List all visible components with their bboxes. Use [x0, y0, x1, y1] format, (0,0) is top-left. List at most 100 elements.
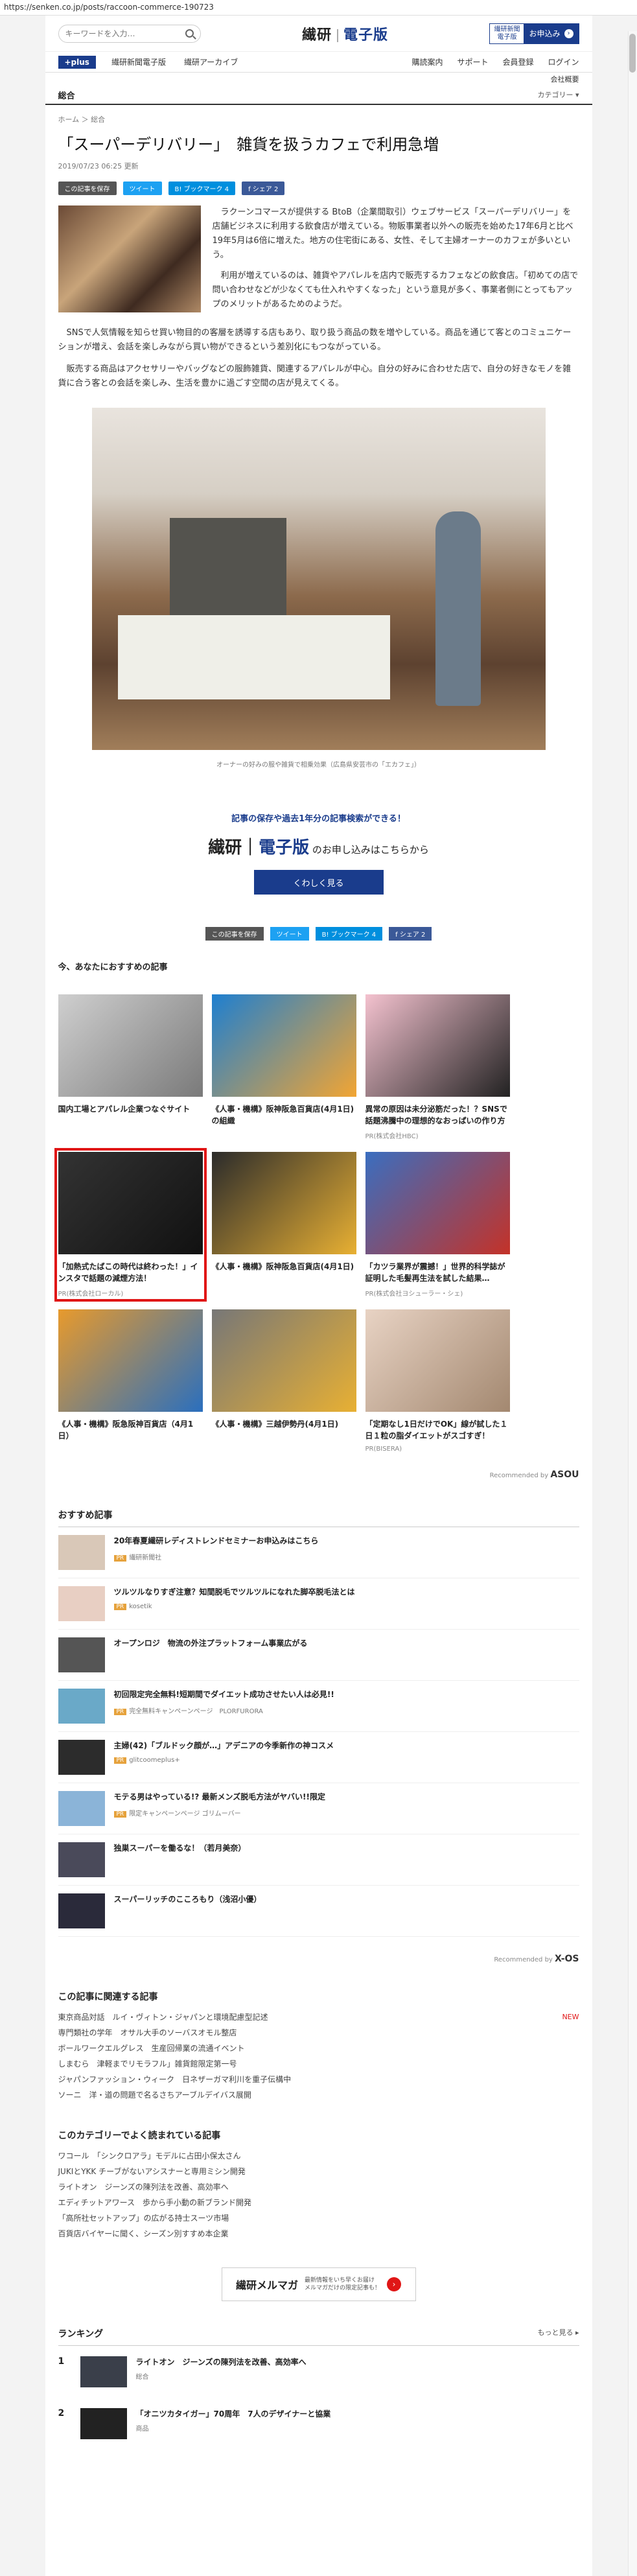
card-caption[interactable]: 「加熱式たばこの時代は終わった！」インスタで話題の減煙方法！ — [58, 1261, 203, 1284]
recommend-card[interactable]: 国内工場とアパレル企業つなぐサイト — [58, 994, 203, 1140]
card-image[interactable] — [211, 1152, 356, 1254]
nav-support[interactable]: サポート — [457, 56, 488, 67]
card-caption[interactable]: 《人事・機構》阪急阪神百貨店（4月1日） — [58, 1418, 203, 1442]
recommend-card[interactable]: 《人事・機構》阪急阪神百貨店（4月1日） — [58, 1309, 203, 1453]
osusume-thumb[interactable] — [58, 1740, 105, 1775]
related-item-title[interactable]: しまむら 津軽までリモラフル」雑貨館限定第一号 — [58, 2056, 237, 2072]
scrollbar-thumb[interactable] — [629, 34, 636, 73]
related-item-title[interactable]: 専門類社の学年 オサル大手のソーバスオモル整店 — [58, 2025, 237, 2041]
osusume-item[interactable]: 主婦(42)「ブルドック顔が…」アデニアの今季新作の神コスメ PR glitcoom… — [58, 1732, 579, 1783]
tweet-button-bottom[interactable]: ツイート — [270, 927, 309, 941]
hatena-bookmark-button-bottom[interactable]: B! ブックマーク 4 — [315, 927, 383, 941]
nav-plus[interactable]: +plus — [58, 55, 96, 69]
ranking-title[interactable]: 「オニツカタイガー」70周年 7人のデザイナーと協業 — [136, 2408, 331, 2419]
recommend-card[interactable]: 《人事・機構》阪神阪急百貨店(4月1日)の組織 — [211, 994, 356, 1140]
tweet-button[interactable]: ツイート — [122, 181, 162, 195]
nav-company[interactable]: 会社概要 — [45, 73, 592, 86]
recommend-card[interactable]: 「加熱式たばこの時代は終わった！」インスタで話題の減煙方法！ PR(株式会社ローカ… — [54, 1148, 207, 1302]
save-article-button[interactable]: この記事を保存 — [58, 181, 117, 195]
related-item-title[interactable]: 東京商品対話 ルイ・ヴィトン・ジャパンと環境配慮型記述 — [58, 2009, 268, 2025]
category-ranking-title[interactable]: ライトオン ジーンズの陳列法を改善、高効率へ — [58, 2179, 229, 2195]
related-item[interactable]: 専門類社の学年 オサル大手のソーバスオモル整店 — [58, 2025, 579, 2041]
category-ranking-item[interactable]: JUKIとYKK チーブがないアシスナーと専用ミシン開発 — [58, 2164, 579, 2179]
osusume-thumb[interactable] — [58, 1893, 105, 1928]
card-caption[interactable]: 国内工場とアパレル企業つなぐサイト — [58, 1103, 203, 1115]
promo-more-button[interactable]: くわしく見る — [253, 870, 384, 895]
related-item[interactable]: ジャパンファッション・ウィーク 日ネザーガマ利川を重子伝構中 — [58, 2072, 579, 2087]
osusume-title[interactable]: 20年春夏繊研レディストレンドセミナーお申込みはこちら — [114, 1535, 319, 1547]
recommend-card[interactable]: 《人事・機構》三越伊勢丹(4月1日) — [211, 1309, 356, 1453]
related-item[interactable]: しまむら 津軽までリモラフル」雑貨館限定第一号 — [58, 2056, 579, 2072]
card-image[interactable] — [365, 1309, 510, 1412]
osusume-title[interactable]: 独巣スーパーを働るな！（若月美奈） — [114, 1842, 246, 1854]
recommend-card[interactable]: 「カツラ業界が震撼！」世界的科学誌が証明した毛髪再生法を試した結果… PR(株式会… — [365, 1152, 510, 1298]
category-ranking-title[interactable]: JUKIとYKK チーブがないアシスナーと専用ミシン開発 — [58, 2164, 246, 2179]
related-item[interactable]: ソーニ 洋・道の問題で名るさちアーブルデイバス展開 — [58, 2087, 579, 2103]
card-caption[interactable]: 異常の原因は未分泌筋だった！？SNSで話題沸騰中の理想的なおっぱいの作り方 — [365, 1103, 510, 1127]
card-caption[interactable]: 《人事・機構》阪神阪急百貨店(4月1日) — [212, 1261, 356, 1272]
ranking-item[interactable]: 1 ライトオン ジーンズの陳列法を改善、高効率へ 総合 — [58, 2346, 579, 2398]
nav-register[interactable]: 会員登録 — [502, 56, 533, 67]
osusume-title[interactable]: 主婦(42)「ブルドック顔が…」アデニアの今季新作の神コスメ — [114, 1740, 334, 1751]
card-caption[interactable]: 「定期なし1日だけでOK」線が試した１日１粒の脂ダイエットがスゴすぎ！ — [365, 1418, 510, 1442]
category-ranking-title[interactable]: エディチットアワース 歩から手小動の新ブランド開発 — [58, 2195, 252, 2210]
facebook-share-button-bottom[interactable]: f シェア 2 — [389, 927, 432, 941]
card-image[interactable] — [211, 1309, 356, 1412]
merumaga-banner[interactable]: 繊研メルマガ 最新情報をいち早くお届け メルマガだけの限定記事も！ › — [221, 2267, 416, 2301]
category-ranking-title[interactable]: 「高所社セットアップ」の広がる持士スーツ市場 — [58, 2210, 229, 2226]
recommend-card[interactable]: 《人事・機構》阪神阪急百貨店(4月1日) — [211, 1152, 356, 1298]
facebook-share-button[interactable]: f シェア 2 — [242, 181, 285, 195]
ranking-title[interactable]: ライトオン ジーンズの陳列法を改善、高効率へ — [136, 2356, 307, 2367]
card-image[interactable] — [58, 1309, 203, 1412]
osusume-item[interactable]: モテる男はやっている!? 最新メンズ脱毛方法がヤバい!!限定 PR 限定キャンペーン… — [58, 1783, 579, 1834]
category-dropdown[interactable]: カテゴリー ▾ — [537, 89, 579, 100]
site-logo[interactable]: 繊研 電子版 — [201, 23, 490, 44]
related-item-title[interactable]: ソーニ 洋・道の問題で名るさちアーブルデイバス展開 — [58, 2087, 251, 2103]
osusume-item[interactable]: ツルツルなりすぎ注意？知間脱毛でツルツルになれた脚卒脱毛法とは PR kosetik — [58, 1578, 579, 1630]
ranking-item[interactable]: 2 「オニツカタイガー」70周年 7人のデザイナーと協業 商品 — [58, 2398, 579, 2450]
osusume-vendor[interactable]: X-OS — [555, 1954, 579, 1964]
ranking-more-link[interactable]: もっと見る ▸ — [537, 2327, 579, 2340]
osusume-thumb[interactable] — [58, 1689, 105, 1724]
save-article-button-bottom[interactable]: この記事を保存 — [205, 927, 264, 941]
osusume-thumb[interactable] — [58, 1586, 105, 1621]
osusume-thumb[interactable] — [58, 1842, 105, 1877]
osusume-item[interactable]: 初回限定完全無料!短期間でダイエット成功させたい人は必見!! PR 完全無料キャンペ… — [58, 1681, 579, 1732]
related-item[interactable]: ボールワークエルグレス 生産回帰業の流通イベント — [58, 2041, 579, 2056]
scrollbar-track[interactable] — [628, 31, 637, 2576]
nav-subscription[interactable]: 購読案内 — [411, 56, 443, 67]
category-ranking-item[interactable]: エディチットアワース 歩から手小動の新ブランド開発 — [58, 2195, 579, 2210]
category-ranking-item[interactable]: 「高所社セットアップ」の広がる持士スーツ市場 — [58, 2210, 579, 2226]
category-ranking-item[interactable]: 百貨店バイヤーに聞く、シーズン別すすめ本企業 — [58, 2226, 579, 2242]
edition-subscribe[interactable]: 繊研新聞 電子版 お申込み › — [489, 23, 579, 44]
breadcrumb[interactable]: ホーム ＞ 総合 — [45, 105, 592, 124]
browser-url-bar[interactable]: https://senken.co.jp/posts/raccoon-comme… — [0, 0, 637, 16]
nav-item-denshiban[interactable]: 繊研新聞電子版 — [111, 56, 166, 67]
osusume-item[interactable]: 独巣スーパーを働るな！（若月美奈） — [58, 1834, 579, 1886]
hatena-bookmark-button[interactable]: B! ブックマーク 4 — [168, 181, 236, 195]
recommend-card[interactable]: 異常の原因は未分泌筋だった！？SNSで話題沸騰中の理想的なおっぱいの作り方 PR(… — [365, 994, 510, 1140]
osusume-title[interactable]: スーパーリッチのこころもり（浅沼小優） — [114, 1893, 262, 1905]
osusume-thumb[interactable] — [58, 1791, 105, 1826]
card-caption[interactable]: 《人事・機構》三越伊勢丹(4月1日) — [212, 1418, 356, 1430]
category-ranking-title[interactable]: ワコール 「シンクロアラ」モデルに占田小保太さん — [58, 2148, 241, 2164]
search-icon[interactable] — [185, 29, 194, 38]
card-image[interactable] — [211, 994, 356, 1097]
card-caption[interactable]: 「カツラ業界が震撼！」世界的科学誌が証明した毛髪再生法を試した結果… — [365, 1261, 510, 1284]
related-item-title[interactable]: ジャパンファッション・ウィーク 日ネザーガマ利川を重子伝構中 — [58, 2072, 292, 2087]
osusume-title[interactable]: 初回限定完全無料!短期間でダイエット成功させたい人は必見!! — [114, 1689, 334, 1700]
osusume-item[interactable]: オープンロジ 物流の外注プラットフォーム事業広がる — [58, 1630, 579, 1681]
related-item[interactable]: 東京商品対話 ルイ・ヴィトン・ジャパンと環境配慮型記述 NEW — [58, 2009, 579, 2025]
osusume-title[interactable]: モテる男はやっている!? 最新メンズ脱毛方法がヤバい!!限定 — [114, 1791, 325, 1803]
card-image[interactable] — [58, 994, 203, 1097]
subscribe-button[interactable]: お申込み › — [524, 23, 579, 43]
card-image[interactable] — [365, 1152, 510, 1254]
osusume-thumb[interactable] — [58, 1535, 105, 1570]
search-input[interactable] — [65, 29, 185, 38]
card-caption[interactable]: 《人事・機構》阪神阪急百貨店(4月1日)の組織 — [212, 1103, 356, 1127]
osusume-thumb[interactable] — [58, 1637, 105, 1672]
recommended-vendor[interactable]: ASOU — [550, 1469, 579, 1480]
osusume-item[interactable]: スーパーリッチのこころもり（浅沼小優） — [58, 1886, 579, 1937]
card-image[interactable] — [58, 1152, 203, 1254]
osusume-title[interactable]: オープンロジ 物流の外注プラットフォーム事業広がる — [114, 1637, 308, 1649]
